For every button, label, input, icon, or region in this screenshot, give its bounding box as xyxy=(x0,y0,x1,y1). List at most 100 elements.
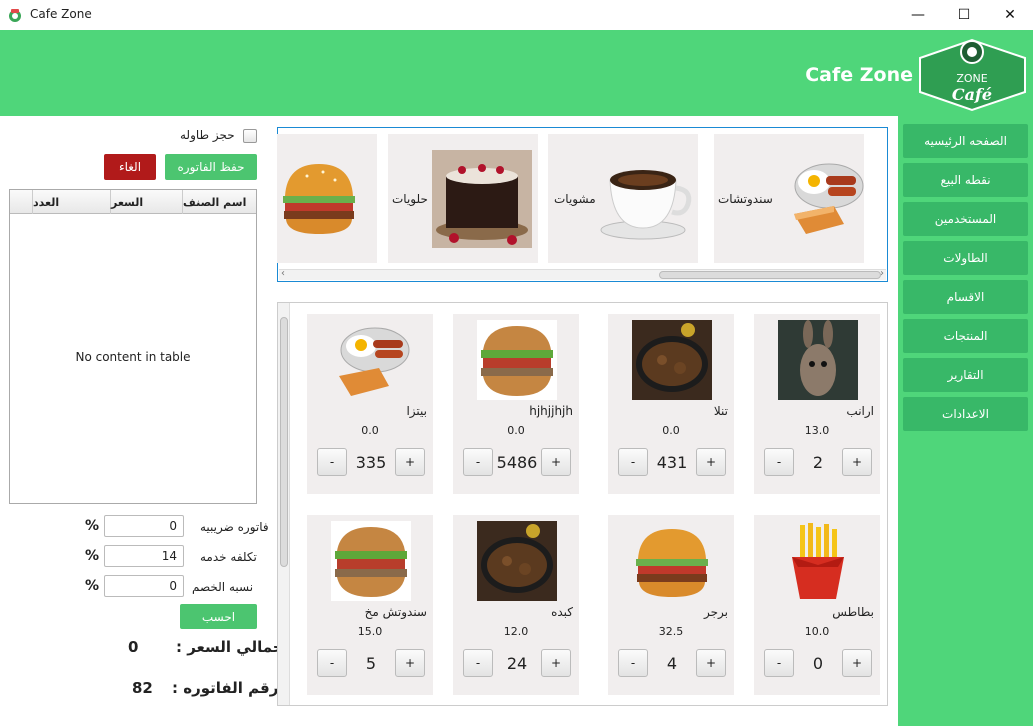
nav-users[interactable]: المستخدمين xyxy=(903,202,1028,236)
product-price: 15.0 xyxy=(357,625,383,638)
product-name: hjhjjhjh xyxy=(529,404,573,418)
app-icon xyxy=(9,9,21,22)
fries-icon xyxy=(792,523,844,599)
nav-products[interactable]: المنتجات xyxy=(903,319,1028,353)
sidebar: الصفحه الرئيسيه نقطه البيع المستخدمين ال… xyxy=(898,116,1033,726)
column-count[interactable]: العدد xyxy=(32,190,110,214)
cafe-zone-logo: ZONE Café xyxy=(919,38,1026,112)
calculate-button[interactable]: احسب xyxy=(180,604,257,629)
increase-quantity-button[interactable]: + xyxy=(842,448,872,476)
sandwich-icon xyxy=(477,320,557,400)
products-grid: ارانب 13.0 - 2 + تنلا 0.0 - 431 + hjhjjh… xyxy=(277,302,888,706)
product-card[interactable]: hjhjjhjh 0.0 - 5486 + xyxy=(453,314,579,494)
sandwich-icon xyxy=(331,521,411,601)
tax-label: فاتوره ضريبيه xyxy=(200,520,269,534)
product-card[interactable]: برجر 32.5 - 4 + xyxy=(608,515,734,695)
decrease-quantity-button[interactable]: - xyxy=(463,448,493,476)
save-invoice-button[interactable]: حفظ الفاتوره xyxy=(165,154,257,180)
total-value: 0 xyxy=(128,638,139,656)
stew-pan-icon xyxy=(632,320,712,400)
product-quantity: 4 xyxy=(666,653,678,673)
increase-quantity-button[interactable]: + xyxy=(541,448,571,476)
product-quantity: 2 xyxy=(812,452,824,472)
product-card[interactable]: كبده 12.0 - 24 + xyxy=(453,515,579,695)
close-button[interactable]: ✕ xyxy=(987,0,1033,30)
breakfast-plate-icon xyxy=(339,327,410,396)
order-table[interactable]: اسم الصنف السعر العدد No content in tabl… xyxy=(9,189,257,504)
product-name: تنلا xyxy=(713,404,728,418)
categories-horizontal-scrollbar[interactable]: ‹ › xyxy=(279,268,886,280)
reserve-table-checkbox[interactable] xyxy=(243,129,257,143)
invoice-number-value: 82 xyxy=(132,679,153,697)
scrollbar-thumb[interactable] xyxy=(280,317,288,567)
decrease-quantity-button[interactable]: - xyxy=(317,649,347,677)
minimize-button[interactable]: — xyxy=(895,0,941,30)
category-name: سندوتشات xyxy=(718,192,773,206)
product-name: بطاطس xyxy=(832,605,874,619)
product-name: سندوتش مخ xyxy=(364,605,427,619)
breakfast-plate-icon xyxy=(794,163,864,234)
product-card[interactable]: ارانب 13.0 - 2 + xyxy=(754,314,880,494)
scroll-left-icon[interactable]: ‹ xyxy=(281,268,285,279)
table-empty-text: No content in table xyxy=(75,350,191,364)
category-sandwiches[interactable]: سندوتشات xyxy=(714,134,864,263)
product-price: 32.5 xyxy=(658,625,684,638)
product-price: 0.0 xyxy=(361,424,379,437)
tax-percent-sign: % xyxy=(85,518,100,534)
window-title: Cafe Zone xyxy=(30,7,92,21)
rabbit-photo-icon xyxy=(778,320,858,400)
cancel-button[interactable]: الغاء xyxy=(104,154,156,180)
reserve-table-label: حجز طاوله xyxy=(180,128,235,142)
category-burgers[interactable] xyxy=(277,134,377,263)
decrease-quantity-button[interactable]: - xyxy=(463,649,493,677)
product-quantity: 0 xyxy=(812,653,824,673)
service-input[interactable]: 14 xyxy=(104,545,184,567)
increase-quantity-button[interactable]: + xyxy=(541,649,571,677)
column-item-name[interactable]: اسم الصنف xyxy=(182,190,256,214)
category-desserts[interactable]: حلويات xyxy=(388,134,538,263)
increase-quantity-button[interactable]: + xyxy=(395,448,425,476)
nav-settings[interactable]: الاعدادات xyxy=(903,397,1028,431)
increase-quantity-button[interactable]: + xyxy=(696,448,726,476)
app-header: Cafe Zone ZONE Café xyxy=(0,30,1033,116)
scrollbar-thumb[interactable] xyxy=(659,271,881,279)
product-price: 0.0 xyxy=(507,424,525,437)
product-name: بيتزا xyxy=(406,404,427,418)
product-quantity: 5 xyxy=(365,653,377,673)
nav-point-of-sale[interactable]: نقطه البيع xyxy=(903,163,1028,197)
nav-tables[interactable]: الطاولات xyxy=(903,241,1028,275)
nav-home[interactable]: الصفحه الرئيسيه xyxy=(903,124,1028,158)
product-quantity: 335 xyxy=(355,452,387,472)
decrease-quantity-button[interactable]: - xyxy=(618,448,648,476)
products-vertical-scrollbar[interactable] xyxy=(278,303,290,705)
total-label: اجمالي السعر : xyxy=(176,638,289,656)
order-table-header: اسم الصنف السعر العدد xyxy=(10,190,256,214)
column-price[interactable]: السعر xyxy=(110,190,182,214)
maximize-button[interactable]: ☐ xyxy=(941,0,987,30)
tax-input[interactable]: 0 xyxy=(104,515,184,537)
increase-quantity-button[interactable]: + xyxy=(696,649,726,677)
burger-icon xyxy=(283,164,355,234)
discount-input[interactable]: 0 xyxy=(104,575,184,597)
product-price: 13.0 xyxy=(804,424,830,437)
product-card[interactable]: سندوتش مخ 15.0 - 5 + xyxy=(307,515,433,695)
decrease-quantity-button[interactable]: - xyxy=(764,448,794,476)
increase-quantity-button[interactable]: + xyxy=(395,649,425,677)
nav-reports[interactable]: التقارير xyxy=(903,358,1028,392)
categories-strip: سندوتشات مشويات حلويات ‹ › xyxy=(277,127,888,282)
product-card[interactable]: بطاطس 10.0 - 0 + xyxy=(754,515,880,695)
product-quantity: 431 xyxy=(656,452,688,472)
product-name: برجر xyxy=(704,605,728,619)
nav-categories[interactable]: الاقسام xyxy=(903,280,1028,314)
increase-quantity-button[interactable]: + xyxy=(842,649,872,677)
decrease-quantity-button[interactable]: - xyxy=(764,649,794,677)
logo-zone-text: ZONE xyxy=(956,72,987,85)
decrease-quantity-button[interactable]: - xyxy=(618,649,648,677)
category-name: مشويات xyxy=(554,192,596,206)
category-grills[interactable]: مشويات xyxy=(548,134,698,263)
product-card[interactable]: بيتزا 0.0 - 335 + xyxy=(307,314,433,494)
brand-title: Cafe Zone xyxy=(805,64,913,86)
decrease-quantity-button[interactable]: - xyxy=(317,448,347,476)
product-card[interactable]: تنلا 0.0 - 431 + xyxy=(608,314,734,494)
scroll-right-icon[interactable]: › xyxy=(880,268,884,279)
